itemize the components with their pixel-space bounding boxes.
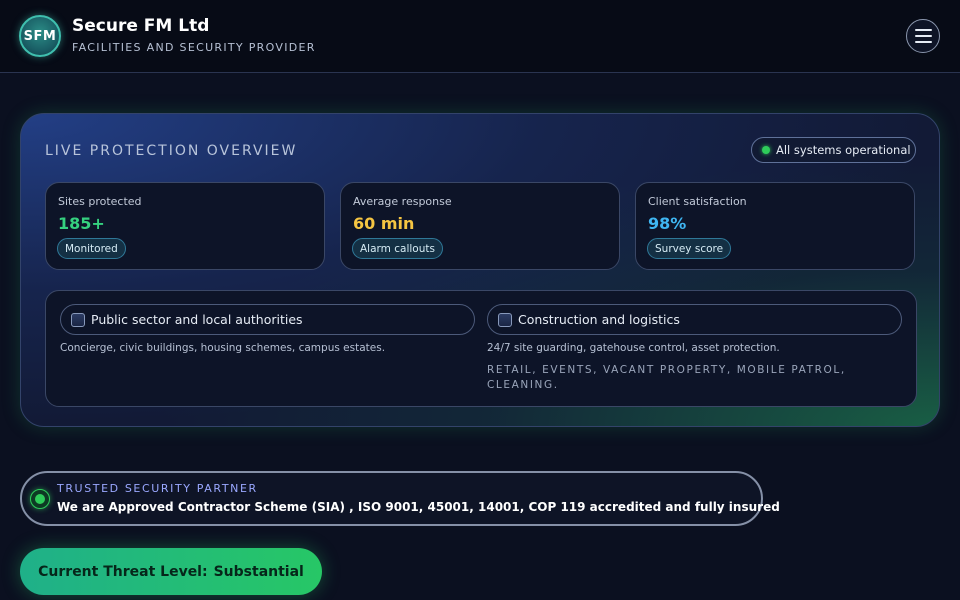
partner-label: TRUSTED SECURITY PARTNER <box>57 482 258 495</box>
checkbox-icon[interactable] <box>71 312 85 327</box>
sector-construction[interactable]: Construction and logistics <box>487 304 902 335</box>
status-badge: All systems operational <box>751 137 916 163</box>
stat-chip: Monitored <box>57 238 126 259</box>
radio-indicator-icon <box>30 489 50 509</box>
trusted-partner-banner: TRUSTED SECURITY PARTNER We are Approved… <box>20 471 780 526</box>
sector-public[interactable]: Public sector and local authorities <box>60 304 475 335</box>
threat-level-button[interactable]: Current Threat Level: Substantial <box>20 548 322 595</box>
stat-chip: Survey score <box>647 238 732 259</box>
sector-label: Construction and logistics <box>518 312 680 327</box>
sector-description: 24/7 site guarding, gatehouse control, a… <box>487 342 780 354</box>
brand-subtitle: FACILITIES AND SECURITY PROVIDER <box>72 41 316 54</box>
company-logo[interactable]: SFM <box>19 15 61 57</box>
stat-value: 98% <box>648 214 687 233</box>
stat-label: Sites protected <box>58 195 142 208</box>
brand-title: Secure FM Ltd <box>72 16 210 36</box>
stat-card-satisfaction: Client satisfaction 98% Survey score <box>635 182 915 270</box>
site-header: SFM Secure FM Ltd FACILITIES AND SECURIT… <box>0 0 960 73</box>
stat-card-sites: Sites protected 185+ Monitored <box>45 182 325 270</box>
stat-card-response: Average response 60 min Alarm callouts <box>340 182 620 270</box>
menu-bar <box>914 35 932 37</box>
partner-accreditation-text: We are Approved Contractor Scheme (SIA) … <box>57 500 780 514</box>
menu-bar <box>914 29 932 31</box>
panel-title: LIVE PROTECTION OVERVIEW <box>45 143 298 159</box>
menu-bar <box>914 41 932 43</box>
status-text: All systems operational <box>776 143 911 157</box>
stat-label: Average response <box>353 195 452 208</box>
sector-tags: RETAIL, EVENTS, VACANT PROPERTY, MOBILE … <box>487 364 846 391</box>
checkbox-icon[interactable] <box>498 312 512 327</box>
stat-chip: Alarm callouts <box>352 238 443 259</box>
hamburger-menu-icon[interactable] <box>906 19 940 53</box>
protection-overview-panel: LIVE PROTECTION OVERVIEW All systems ope… <box>20 113 940 427</box>
sectors-card: Public sector and local authorities Conc… <box>45 290 917 407</box>
status-dot-icon <box>762 146 770 154</box>
stat-value: 60 min <box>353 214 415 233</box>
stat-label: Client satisfaction <box>648 195 747 208</box>
threat-value: Substantial <box>213 563 304 580</box>
threat-label: Current Threat Level: <box>38 563 208 580</box>
sector-description: Concierge, civic buildings, housing sche… <box>60 342 386 354</box>
sector-label: Public sector and local authorities <box>91 312 303 327</box>
stat-value: 185+ <box>58 214 105 233</box>
